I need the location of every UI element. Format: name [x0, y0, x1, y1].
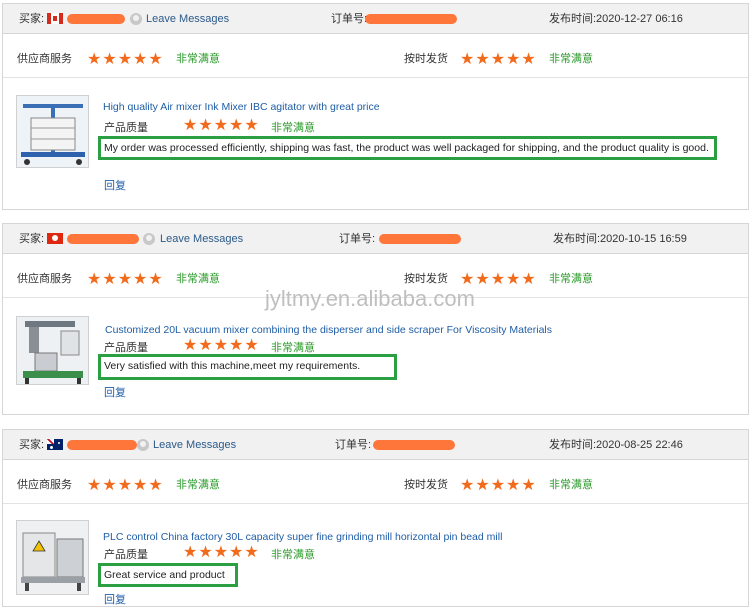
- product-quality-satisfaction: 非常满意: [271, 549, 315, 561]
- reply-link[interactable]: 回复: [104, 384, 126, 400]
- redacted-order-number: [365, 14, 457, 24]
- supplier-service-stars: ★★★★★: [87, 51, 164, 68]
- redacted-order-number: [379, 234, 461, 244]
- product-title-link[interactable]: PLC control China factory 30L capacity s…: [103, 531, 502, 543]
- redacted-buyer-name: [67, 440, 137, 450]
- review-date: 2020-12-27 06:16: [596, 13, 683, 25]
- buyer-label: 买家:: [19, 233, 45, 245]
- review-date: 2020-08-25 22:46: [596, 439, 683, 451]
- review-card: 买家: Leave Messages 订单号: 发布时间: 2020-08-25…: [2, 429, 749, 607]
- published-label: 发布时间:: [549, 13, 597, 25]
- review-text: Very satisfied with this machine,meet my…: [98, 354, 397, 380]
- redacted-buyer-name: [67, 234, 139, 244]
- supplier-service-stars: ★★★★★: [87, 271, 164, 288]
- product-quality-satisfaction: 非常满意: [271, 342, 315, 354]
- product-thumbnail[interactable]: [16, 95, 89, 168]
- order-label: 订单号:: [335, 439, 372, 451]
- on-time-delivery-label: 按时发货: [404, 479, 448, 491]
- product-quality-label: 产品质量: [104, 122, 148, 134]
- review-card: 买家: Leave Messages 订单号: 发布时间: 2020-10-15…: [2, 223, 749, 415]
- supplier-service-stars: ★★★★★: [87, 477, 164, 494]
- reply-link[interactable]: 回复: [104, 591, 126, 607]
- leave-messages-link[interactable]: Leave Messages: [153, 430, 236, 460]
- review-date: 2020-10-15 16:59: [600, 233, 687, 245]
- buyer-label: 买家:: [19, 439, 45, 451]
- product-title-link[interactable]: Customized 20L vacuum mixer combining th…: [105, 324, 552, 336]
- buyer-avatar-icon: [130, 13, 142, 25]
- supplier-service-label: 供应商服务: [17, 479, 72, 491]
- product-thumbnail[interactable]: [16, 316, 89, 385]
- supplier-service-satisfaction: 非常满意: [176, 53, 220, 65]
- product-quality-stars: ★★★★★: [183, 117, 260, 134]
- reply-link[interactable]: 回复: [104, 177, 126, 193]
- leave-messages-link[interactable]: Leave Messages: [160, 224, 243, 254]
- delivery-stars: ★★★★★: [460, 477, 537, 494]
- review-header: 买家: Leave Messages 订单号: 发布时间: 2020-12-27…: [3, 4, 748, 34]
- product-quality-label: 产品质量: [104, 549, 148, 561]
- review-header: 买家: Leave Messages 订单号: 发布时间: 2020-10-15…: [3, 224, 748, 254]
- leave-messages-link[interactable]: Leave Messages: [146, 4, 229, 34]
- product-quality-label: 产品质量: [104, 342, 148, 354]
- product-thumbnail[interactable]: [16, 520, 89, 595]
- delivery-stars: ★★★★★: [460, 51, 537, 68]
- review-text: My order was processed efficiently, ship…: [98, 136, 717, 160]
- redacted-buyer-name: [67, 14, 125, 24]
- supplier-service-satisfaction: 非常满意: [176, 273, 220, 285]
- watermark: jyltmy.en.alibaba.com: [265, 286, 475, 311]
- published-label: 发布时间:: [553, 233, 601, 245]
- buyer-label: 买家:: [19, 13, 45, 25]
- buyer-avatar-icon: [143, 233, 155, 245]
- order-label: 订单号:: [331, 13, 368, 25]
- review-text: Great service and product: [98, 563, 238, 587]
- product-quality-satisfaction: 非常满意: [271, 122, 315, 134]
- supplier-service-satisfaction: 非常满意: [176, 479, 220, 491]
- supplier-service-label: 供应商服务: [17, 53, 72, 65]
- service-rating-row: 供应商服务 ★★★★★ 非常满意 按时发货 ★★★★★ 非常满意: [3, 40, 748, 78]
- published-label: 发布时间:: [549, 439, 597, 451]
- delivery-satisfaction: 非常满意: [549, 479, 593, 491]
- buyer-avatar-icon: [137, 439, 149, 451]
- review-card: 买家: Leave Messages 订单号: 发布时间: 2020-12-27…: [2, 3, 749, 210]
- product-quality-stars: ★★★★★: [183, 337, 260, 354]
- supplier-service-label: 供应商服务: [17, 273, 72, 285]
- product-quality-stars: ★★★★★: [183, 544, 260, 561]
- australia-flag-icon: [47, 439, 63, 450]
- order-label: 订单号:: [339, 233, 376, 245]
- redacted-order-number: [373, 440, 455, 450]
- delivery-satisfaction: 非常满意: [549, 273, 593, 285]
- canada-flag-icon: [47, 13, 63, 24]
- product-title-link[interactable]: High quality Air mixer Ink Mixer IBC agi…: [103, 101, 380, 113]
- on-time-delivery-label: 按时发货: [404, 53, 448, 65]
- delivery-satisfaction: 非常满意: [549, 53, 593, 65]
- review-header: 买家: Leave Messages 订单号: 发布时间: 2020-08-25…: [3, 430, 748, 460]
- hong-kong-flag-icon: [47, 233, 63, 244]
- service-rating-row: 供应商服务 ★★★★★ 非常满意 按时发货 ★★★★★ 非常满意: [3, 466, 748, 504]
